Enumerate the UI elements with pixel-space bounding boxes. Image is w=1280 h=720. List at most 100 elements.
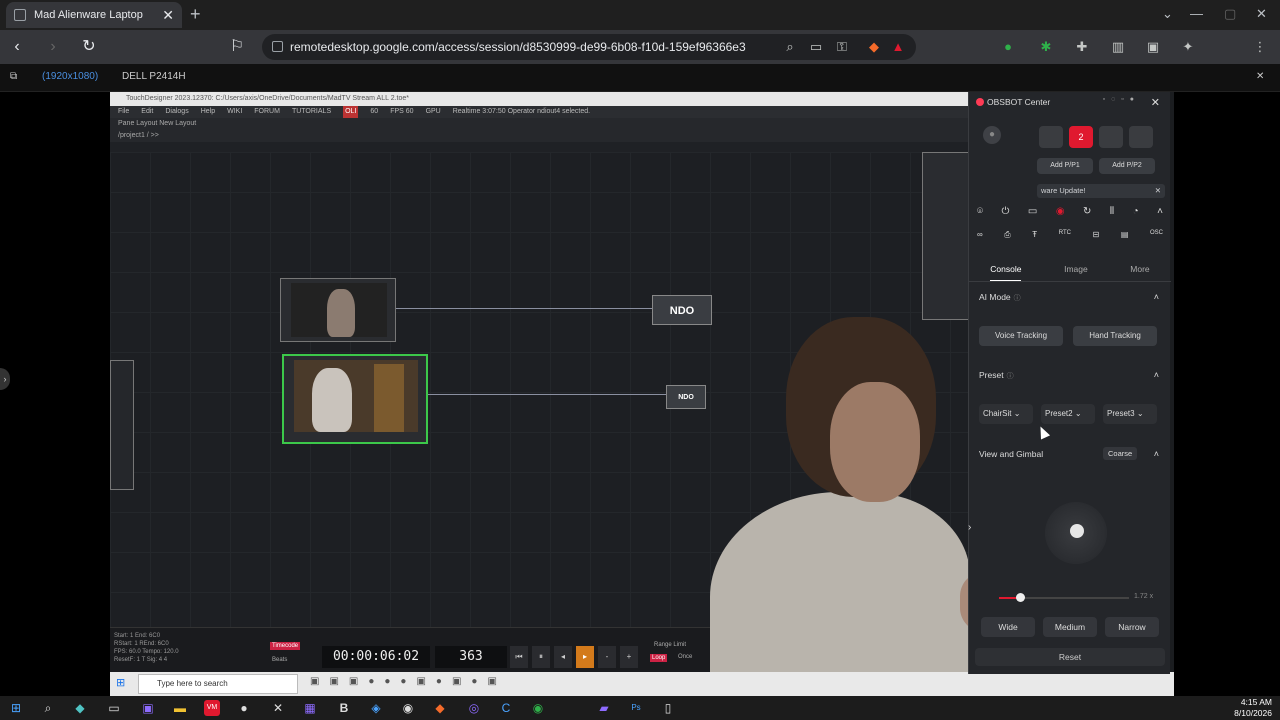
app-icon-1[interactable]: ◆ (72, 700, 88, 716)
file-icon[interactable]: ▯ (660, 700, 676, 716)
brave-shield-icon[interactable]: ◆ (866, 39, 882, 55)
obs-icon[interactable]: ● (236, 700, 252, 716)
play-button[interactable]: ▸ (576, 646, 594, 668)
rewards-icon[interactable]: ▲ (890, 39, 906, 55)
minimize-icon[interactable]: — (1190, 6, 1203, 21)
update-banner[interactable]: ware Update! ✕ (1037, 184, 1165, 198)
extension-green-icon[interactable]: ● (1000, 39, 1016, 55)
td-menu-help[interactable]: Help (201, 106, 215, 118)
hand-tracking-button[interactable]: Hand Tracking (1073, 326, 1157, 346)
remote-taskbar-apps-icon[interactable]: ▣▣▣●●●▣●▣●▣ (310, 676, 507, 687)
tab-image[interactable]: Image (1064, 264, 1088, 281)
td-menu-tutorials[interactable]: TUTORIALS (292, 106, 331, 118)
app-icon-3[interactable]: ▣ (140, 700, 156, 716)
new-tab-icon[interactable]: + (190, 4, 201, 25)
preset-2-dropdown[interactable]: Preset2 ⌄ (1041, 404, 1095, 424)
pause-button[interactable]: ⏸ (532, 646, 550, 668)
bold-app-icon[interactable]: B (336, 700, 352, 716)
lock-icon[interactable]: ⊟ (1093, 230, 1100, 240)
extension-bug-icon[interactable]: ✱ (1038, 39, 1054, 55)
app-icon-9[interactable]: ▰ (596, 700, 612, 716)
display-tab-2[interactable]: DELL P2414H (122, 71, 186, 82)
display-tab-1[interactable]: (1920x1080) (42, 71, 98, 82)
beats-mode[interactable]: Beats (270, 656, 289, 664)
close-display-icon[interactable]: ✕ (1256, 71, 1264, 82)
td-menu-file[interactable]: File (118, 106, 129, 118)
osc-button[interactable]: OSC (1150, 230, 1163, 240)
refresh-icon[interactable]: ↻ (1083, 206, 1091, 217)
step-back-button[interactable]: ◂ (554, 646, 572, 668)
system-clock[interactable]: 4:15 AM 8/10/2026 (1234, 697, 1272, 719)
voicemeeter-icon[interactable]: VM (204, 700, 220, 716)
collapse-chevron-icon[interactable]: ˄ (1154, 449, 1159, 459)
obsbot-close-icon[interactable]: ✕ (1151, 96, 1160, 109)
power-icon[interactable]: ⏻ (1001, 206, 1009, 217)
td-menu-edit[interactable]: Edit (141, 106, 153, 118)
td-menu-dialogs[interactable]: Dialogs (165, 106, 188, 118)
td-path[interactable]: /project1 / >> (110, 130, 970, 142)
record-icon[interactable]: ▭ (1028, 206, 1037, 217)
display-icon[interactable]: ⧉ (10, 71, 17, 82)
tab-search-icon[interactable]: ⌄ (1162, 6, 1173, 22)
collapse-chevron-icon[interactable]: ˄ (1154, 370, 1159, 380)
preset-section[interactable]: Preset ⓘ ˄ (979, 370, 1163, 384)
browser-tab[interactable]: Mad Alienware Laptop ✕ (6, 2, 182, 28)
tab-console[interactable]: Console (990, 264, 1022, 281)
app-icon-6[interactable]: ◉ (400, 700, 416, 716)
app-icon-5[interactable]: ◈ (368, 700, 384, 716)
app-icon-7[interactable]: ◎ (466, 700, 482, 716)
avatar-icon[interactable]: ● (983, 126, 1001, 144)
view-gimbal-section[interactable]: View and Gimbal Coarse ˄ (979, 447, 1163, 463)
voice-tracking-button[interactable]: Voice Tracking (979, 326, 1063, 346)
bookmark-icon[interactable]: ⚐ (226, 36, 248, 58)
info-icon[interactable]: ⓘ (1014, 295, 1021, 302)
fov-wide-button[interactable]: Wide (981, 617, 1035, 637)
reset-button[interactable]: Reset (975, 648, 1165, 666)
photoshop-icon[interactable]: Ps (628, 700, 644, 716)
video-node-2[interactable] (282, 354, 428, 444)
menu-icon[interactable]: ⋮ (1252, 39, 1268, 55)
once-toggle[interactable]: Once (678, 654, 692, 660)
chevron-up-icon[interactable]: ˄ (1157, 206, 1163, 217)
brave-icon[interactable]: ◆ (432, 700, 448, 716)
capcut-icon[interactable]: ✕ (270, 700, 286, 716)
ndo-node-1[interactable]: NDO (652, 295, 712, 325)
chrome-icon[interactable]: ◉ (530, 700, 546, 716)
app-icon-4[interactable]: ▦ (302, 700, 318, 716)
rtc-button[interactable]: RTC (1059, 230, 1071, 240)
text-icon[interactable]: Ŧ (1032, 230, 1037, 240)
leo-ai-icon[interactable]: ✦ (1180, 39, 1196, 55)
camera-slot-4[interactable] (1129, 126, 1153, 148)
expand-side-panel-icon[interactable]: › (0, 368, 10, 390)
td-menu-forum[interactable]: FORUM (254, 106, 280, 118)
add-pip2-button[interactable]: Add P/P2 (1099, 158, 1155, 174)
zoom-slider-thumb[interactable] (1016, 593, 1025, 602)
wallet-icon[interactable]: ▣ (1145, 39, 1161, 55)
tab-more[interactable]: More (1130, 264, 1149, 281)
plus-button[interactable]: + (620, 646, 638, 668)
coarse-toggle[interactable]: Coarse (1103, 447, 1138, 460)
ndo-node-2[interactable]: NDO (666, 385, 706, 409)
ai-mode-section[interactable]: AI Mode ⓘ ˄ (979, 292, 1163, 306)
video-node-1[interactable] (280, 278, 396, 342)
forward-icon[interactable]: › (42, 36, 64, 58)
close-tab-icon[interactable]: ✕ (162, 7, 174, 24)
td-menu-wiki[interactable]: WIKI (227, 106, 242, 118)
rewind-button[interactable]: ⏮ (510, 646, 528, 668)
frame-display[interactable]: 363 (435, 646, 507, 668)
camera-icon[interactable]: ⌾ (977, 206, 983, 217)
remote-search-box[interactable]: Type here to search (138, 674, 298, 694)
timer-icon[interactable]: ◔ (1133, 206, 1139, 217)
camera-slot-3[interactable] (1099, 126, 1123, 148)
fov-narrow-button[interactable]: Narrow (1105, 617, 1159, 637)
password-key-icon[interactable]: ⚿ (834, 39, 850, 55)
maximize-icon[interactable]: ▢ (1224, 6, 1236, 22)
audio-icon[interactable]: ⫴ (1110, 206, 1114, 217)
remote-start-icon[interactable]: ⊞ (116, 676, 125, 689)
card-icon[interactable]: ▤ (1121, 230, 1129, 240)
back-icon[interactable]: ‹ (6, 36, 28, 58)
sidebar-icon[interactable]: ▥ (1110, 39, 1126, 55)
td-menu-oli[interactable]: OLI (343, 106, 359, 118)
info-icon[interactable]: ⓘ (1007, 373, 1014, 380)
camera-slot-1[interactable] (1039, 126, 1063, 148)
